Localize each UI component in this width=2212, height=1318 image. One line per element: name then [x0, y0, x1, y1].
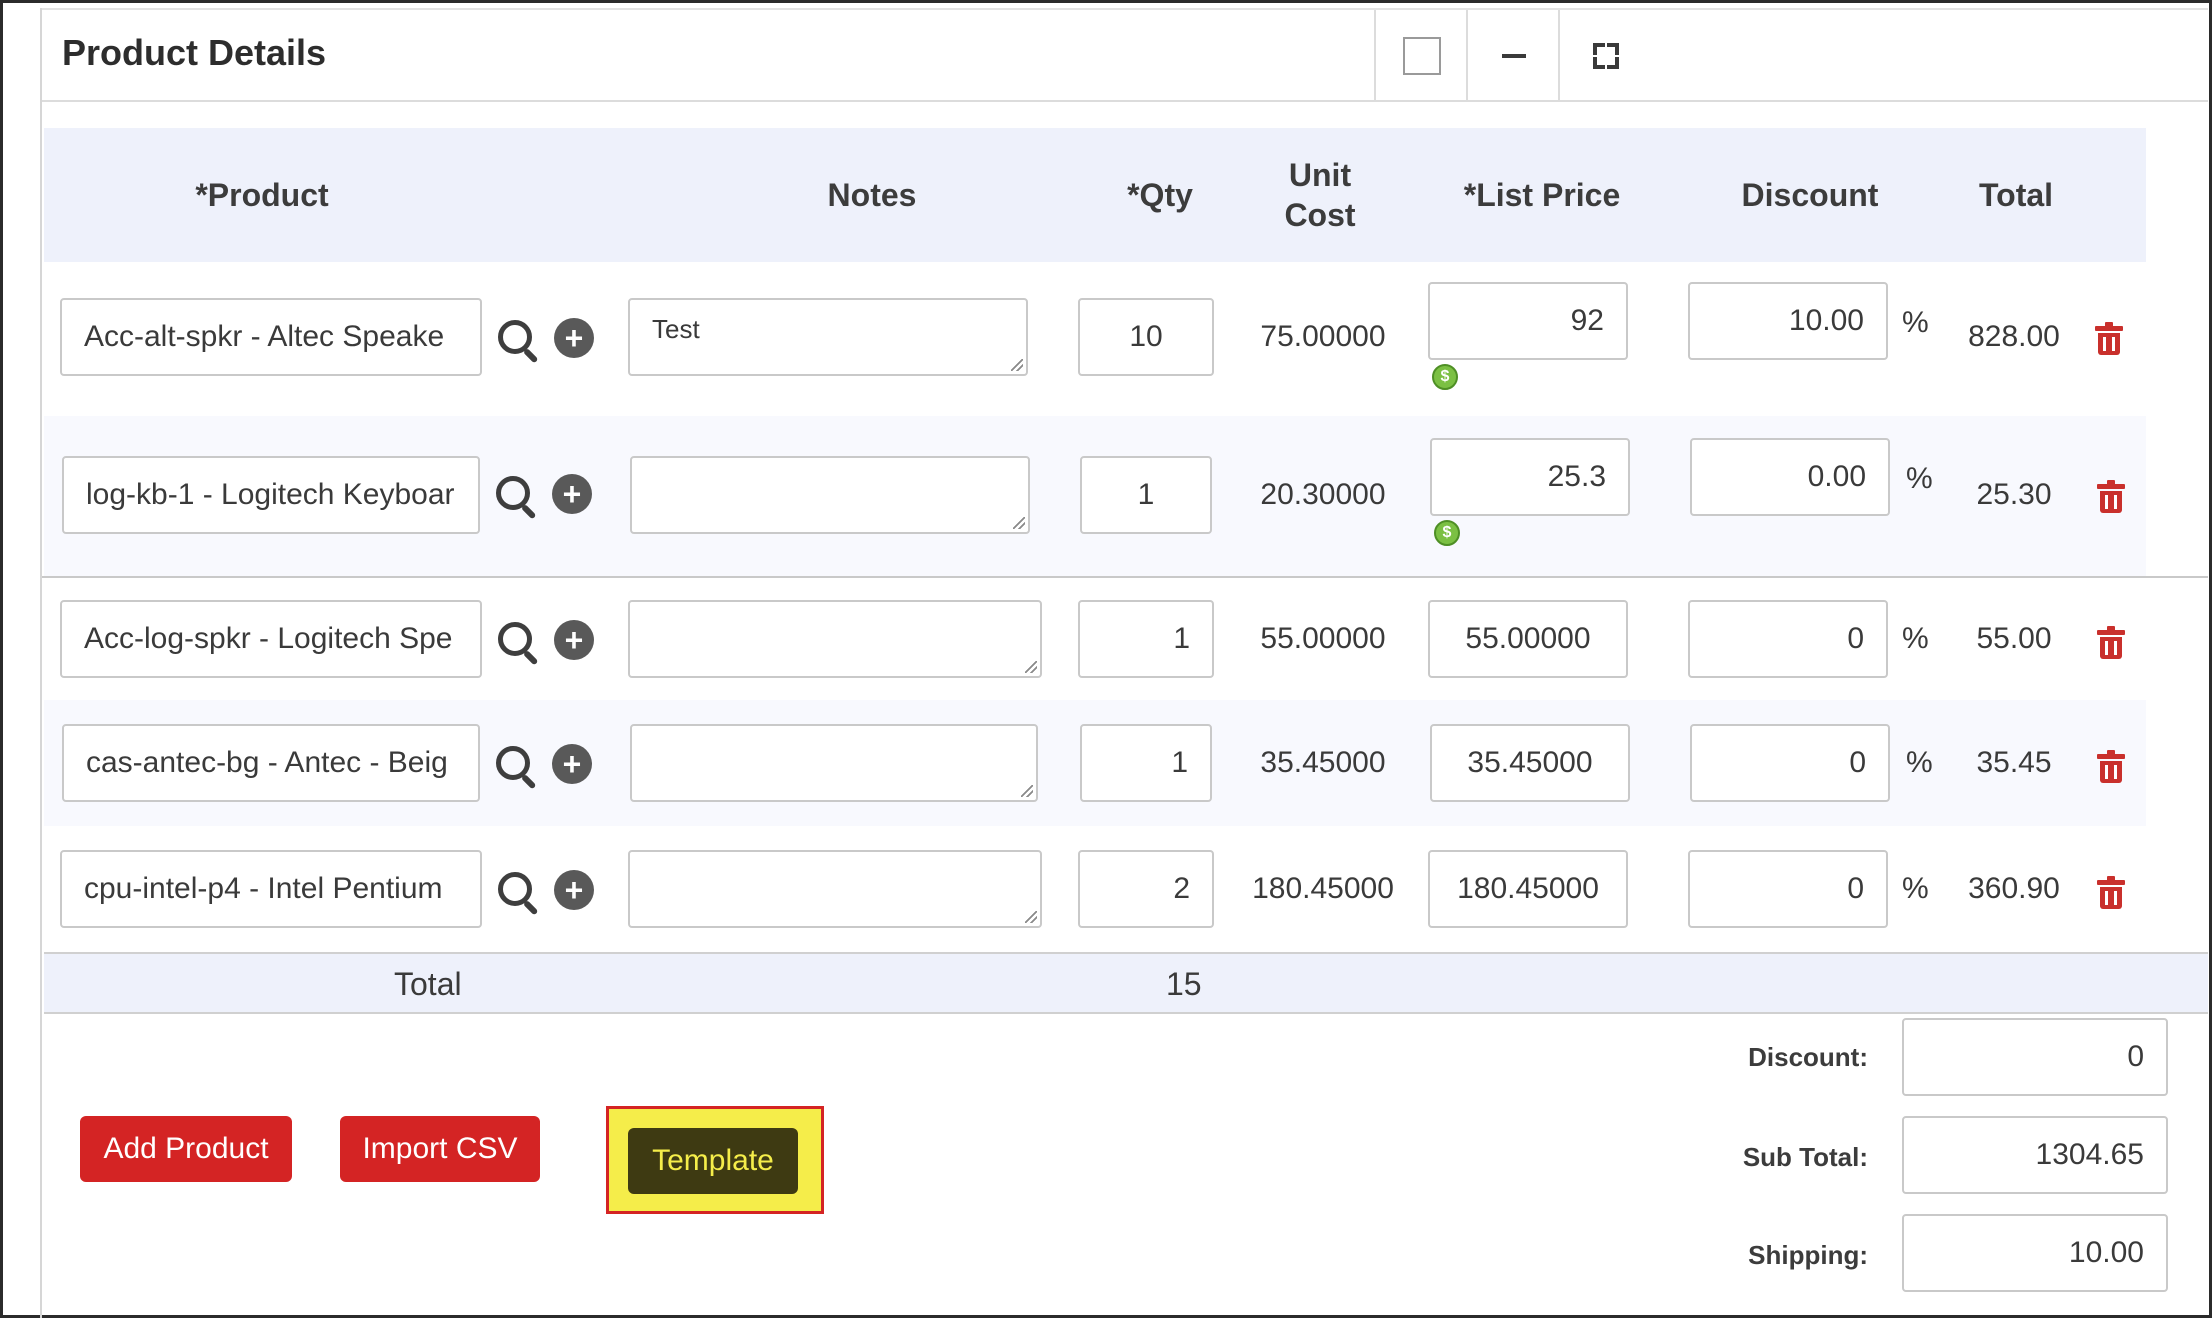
search-icon[interactable] — [498, 320, 539, 364]
table-row: Acc-log-spkr - Logitech Spe + 1 55.00000… — [44, 578, 2146, 700]
list-price-input[interactable]: 25.3 — [1430, 438, 1630, 516]
resize-grip-icon[interactable] — [1025, 911, 1037, 923]
money-icon[interactable]: $ — [1434, 520, 1460, 546]
list-price-input[interactable]: 55.00000 — [1428, 600, 1628, 678]
row-total: 35.45 — [1976, 746, 2052, 779]
col-discount: Discount — [1741, 177, 1879, 213]
percent-sign: % — [1902, 306, 1929, 339]
shipping-label: Shipping: — [1748, 1240, 1868, 1270]
import-csv-button[interactable]: Import CSV — [340, 1116, 540, 1182]
discount-input[interactable]: 0.00 — [1690, 438, 1890, 516]
unit-cost: 180.45000 — [1252, 872, 1394, 905]
table-row: log-kb-1 - Logitech Keyboar + 1 20.30000… — [44, 416, 2146, 576]
panel-header: Product Details — [42, 8, 2208, 102]
plus-circle-icon[interactable]: + — [554, 870, 594, 910]
row-total: 360.90 — [1968, 872, 2060, 905]
trash-icon[interactable] — [2097, 750, 2125, 783]
qty-input[interactable]: 10 — [1078, 298, 1214, 376]
percent-sign: % — [1902, 622, 1929, 655]
col-unit-cost-2: Cost — [1284, 197, 1356, 233]
notes-textarea[interactable]: Test — [628, 298, 1028, 376]
checkbox-icon — [1403, 37, 1441, 75]
unit-cost: 75.00000 — [1260, 320, 1386, 353]
search-icon[interactable] — [496, 746, 537, 790]
qty-input[interactable]: 1 — [1078, 600, 1214, 678]
search-icon[interactable] — [496, 476, 537, 520]
product-input[interactable]: Acc-alt-spkr - Altec Speake — [60, 298, 482, 376]
col-list-price: *List Price — [1463, 177, 1621, 213]
subtotal-label: Sub Total: — [1742, 1142, 1868, 1172]
notes-textarea[interactable] — [630, 724, 1038, 802]
qty-input[interactable]: 2 — [1078, 850, 1214, 928]
product-details-panel: Product Details *Product Notes *Qty Unit… — [40, 8, 2208, 1318]
minimize-button[interactable] — [1466, 10, 1560, 102]
minus-icon — [1502, 54, 1526, 58]
add-product-button[interactable]: Add Product — [80, 1116, 292, 1182]
maximize-button[interactable] — [1558, 10, 1652, 102]
qty-input[interactable]: 1 — [1080, 456, 1212, 534]
col-product: *Product — [195, 177, 329, 213]
table-row: cpu-intel-p4 - Intel Pentium + 2 180.450… — [44, 826, 2146, 952]
product-input[interactable]: Acc-log-spkr - Logitech Spe — [60, 600, 482, 678]
plus-circle-icon[interactable]: + — [554, 318, 594, 358]
trash-icon[interactable] — [2095, 322, 2123, 355]
discount-input[interactable]: 0 — [1688, 600, 1888, 678]
resize-grip-icon[interactable] — [1021, 785, 1033, 797]
list-price-input[interactable]: 180.45000 — [1428, 850, 1628, 928]
template-button[interactable]: Template — [628, 1128, 798, 1194]
col-notes: Notes — [827, 177, 917, 213]
col-total: Total — [1978, 177, 2054, 213]
notes-textarea[interactable] — [630, 456, 1030, 534]
percent-sign: % — [1906, 746, 1933, 779]
plus-circle-icon[interactable]: + — [552, 744, 592, 784]
select-checkbox[interactable] — [1374, 10, 1468, 102]
row-total: 25.30 — [1976, 478, 2052, 511]
trash-icon[interactable] — [2097, 626, 2125, 659]
list-price-input[interactable]: 35.45000 — [1430, 724, 1630, 802]
discount-label: Discount: — [1748, 1042, 1868, 1072]
percent-sign: % — [1902, 872, 1929, 905]
table-row: Acc-alt-spkr - Altec Speake + Test 10 75… — [44, 262, 2146, 416]
qty-input[interactable]: 1 — [1080, 724, 1212, 802]
unit-cost: 20.30000 — [1260, 478, 1386, 511]
plus-circle-icon[interactable]: + — [552, 474, 592, 514]
notes-textarea[interactable] — [628, 600, 1042, 678]
product-input[interactable]: cpu-intel-p4 - Intel Pentium — [60, 850, 482, 928]
search-icon[interactable] — [498, 872, 539, 916]
notes-value: Test — [652, 314, 700, 344]
panel-title: Product Details — [62, 32, 327, 73]
subtotal-input[interactable]: 1304.65 — [1902, 1116, 2168, 1194]
trash-icon[interactable] — [2097, 480, 2125, 513]
trash-icon[interactable] — [2097, 876, 2125, 909]
row-total: 828.00 — [1968, 320, 2060, 353]
col-qty: *Qty — [1127, 177, 1193, 213]
col-unit-cost-1: Unit — [1288, 157, 1352, 193]
list-price-input[interactable]: 92 — [1428, 282, 1628, 360]
summary-discount-input[interactable]: 0 — [1902, 1018, 2168, 1096]
product-input[interactable]: cas-antec-bg - Antec - Beig — [62, 724, 480, 802]
row-total: 55.00 — [1976, 622, 2052, 655]
totals-qty: 15 — [1166, 966, 1202, 1002]
plus-circle-icon[interactable]: + — [554, 620, 594, 660]
discount-input[interactable]: 0 — [1688, 850, 1888, 928]
money-icon[interactable]: $ — [1432, 364, 1458, 390]
unit-cost: 55.00000 — [1260, 622, 1386, 655]
shipping-input[interactable]: 10.00 — [1902, 1214, 2168, 1292]
resize-grip-icon[interactable] — [1025, 661, 1037, 673]
discount-input[interactable]: 0 — [1690, 724, 1890, 802]
discount-input[interactable]: 10.00 — [1688, 282, 1888, 360]
table-row: cas-antec-bg - Antec - Beig + 1 35.45000… — [44, 700, 2146, 826]
resize-grip-icon[interactable] — [1013, 517, 1025, 529]
table-header: *Product Notes *Qty Unit Cost *List Pric… — [44, 128, 2146, 262]
percent-sign: % — [1906, 462, 1933, 495]
product-input[interactable]: log-kb-1 - Logitech Keyboar — [62, 456, 480, 534]
notes-textarea[interactable] — [628, 850, 1042, 928]
search-icon[interactable] — [498, 622, 539, 666]
totals-label: Total — [394, 966, 462, 1002]
unit-cost: 35.45000 — [1260, 746, 1386, 779]
expand-icon — [1593, 43, 1619, 69]
totals-row: Total 15 — [44, 952, 2208, 1014]
resize-grip-icon[interactable] — [1011, 359, 1023, 371]
